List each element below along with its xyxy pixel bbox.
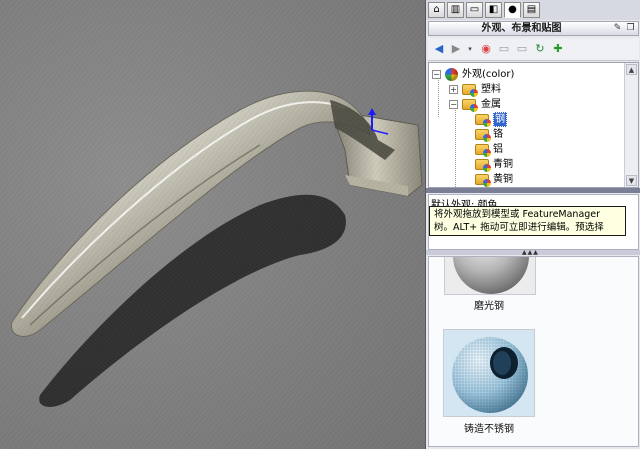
thumbnail-caption: 磨光钢	[474, 301, 504, 312]
task-pane: ⌂ ▥ ▭ ◧ ● ▤ 外观、布景和贴图 ✎ ❐ ◀ ▶ ▾ ◉ ▭ ▭ ↻ ✚…	[425, 0, 640, 449]
file-explorer-icon[interactable]: ▭	[466, 2, 483, 18]
add-appearance-icon[interactable]: ◉	[478, 41, 494, 57]
model-shadow	[39, 194, 346, 407]
expand-icon[interactable]: +	[449, 85, 458, 94]
resize-grip[interactable]: ▲▲▲	[426, 249, 640, 256]
collapse-icon[interactable]: −	[449, 100, 458, 109]
thumbnail-caption: 铸造不锈钢	[464, 424, 514, 435]
tooltip: 将外观拖放到模型或 FeatureManager 树。ALT+ 拖动可立即进行编…	[429, 206, 626, 236]
pane-toolbar: ◀ ▶ ▾ ◉ ▭ ▭ ↻ ✚	[428, 38, 639, 61]
pane-title: 外观、布景和贴图	[481, 23, 562, 34]
thumbnail-polished-steel[interactable]	[444, 257, 536, 295]
door-handle-model[interactable]	[0, 0, 425, 449]
description-area: 默认外观: 颜色 将外观拖放到模型或 FeatureManager 树。ALT+…	[428, 194, 639, 250]
restore-icon[interactable]: ❐	[625, 23, 636, 34]
custom-properties-icon[interactable]: ▤	[523, 2, 540, 18]
design-library-icon[interactable]: ▥	[447, 2, 464, 18]
open-folder-icon[interactable]: ▭	[496, 41, 512, 57]
thumbnail-cast-stainless-steel[interactable]	[443, 329, 535, 417]
pane-splitter[interactable]	[426, 188, 640, 193]
pane-title-bar: 外观、布景和贴图 ✎ ❐	[428, 21, 639, 36]
graphics-area[interactable]	[0, 0, 425, 449]
new-folder-icon[interactable]: ▭	[514, 41, 530, 57]
appearance-gallery[interactable]: 磨光钢 铸造不锈钢	[428, 256, 639, 447]
favorite-icon[interactable]: ✚	[550, 41, 566, 57]
scroll-up-icon[interactable]: ▲	[626, 64, 637, 75]
pin-icon[interactable]: ✎	[612, 23, 623, 34]
task-pane-tabs: ⌂ ▥ ▭ ◧ ● ▤	[426, 0, 640, 20]
view-palette-icon[interactable]: ◧	[485, 2, 502, 18]
collapse-icon[interactable]: −	[432, 70, 441, 79]
home-icon[interactable]: ⌂	[428, 2, 445, 18]
appearance-folder-icon	[462, 84, 478, 97]
appearance-folder-icon	[462, 99, 478, 112]
appearance-folder-icon	[475, 114, 491, 127]
appearance-folder-icon	[475, 129, 491, 142]
refresh-icon[interactable]: ↻	[532, 41, 548, 57]
appearances-icon[interactable]: ●	[504, 2, 521, 18]
tree-scrollbar[interactable]: ▲ ▼	[624, 63, 638, 187]
back-icon[interactable]: ◀	[431, 41, 447, 57]
appearance-folder-icon	[475, 159, 491, 172]
appearance-tree[interactable]: − 外观(color) + 塑料 − 金属 钢 铬 铝 青铜 黄铜 ▲ ▼	[428, 62, 639, 188]
appearance-ball-icon	[445, 68, 458, 81]
appearance-folder-icon	[475, 174, 491, 187]
scroll-down-icon[interactable]: ▼	[626, 175, 637, 186]
appearance-folder-icon	[475, 144, 491, 157]
history-dropdown-icon[interactable]: ▾	[462, 41, 478, 57]
